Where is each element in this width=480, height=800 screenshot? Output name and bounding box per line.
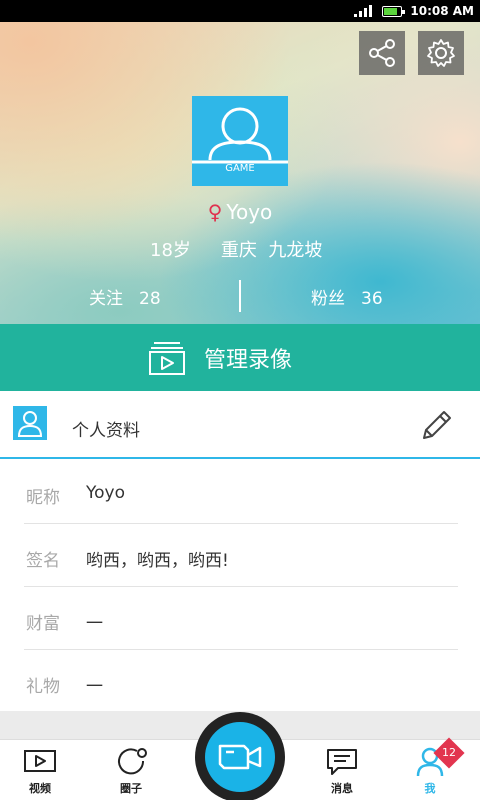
nav-me-label: 我 (424, 782, 436, 795)
settings-button[interactable] (418, 31, 464, 75)
notification-badge: 12 (433, 737, 465, 769)
wealth-value: 一 (86, 614, 103, 634)
gear-icon (427, 39, 455, 67)
signature-value: 哟西，哟西，哟西! (86, 551, 229, 571)
user-location: 重庆 九龙坡 (220, 240, 323, 261)
record-button-core (205, 722, 275, 792)
fans-stat[interactable]: 粉丝 36 (311, 284, 383, 309)
fans-count: 36 (361, 289, 383, 309)
pencil-icon (423, 411, 451, 439)
manage-recordings-label: 管理录像 (203, 347, 292, 373)
signature-label: 签名 (26, 551, 60, 571)
avatar[interactable]: GAME (192, 96, 288, 186)
profile-section-icon (13, 406, 47, 440)
follow-stats: 关注 28 粉丝 36 (0, 280, 480, 312)
section-title: 个人资料 (72, 421, 140, 441)
video-library-icon (148, 341, 185, 375)
share-icon (369, 39, 395, 67)
status-time: 10:08 AM (410, 4, 474, 18)
video-camera-icon (218, 744, 262, 770)
message-icon (327, 749, 357, 775)
circle-icon (118, 748, 147, 775)
profile-header: GAME ♀ Yoyo 18岁 重庆 九龙坡 关注 28 粉丝 36 (0, 22, 480, 324)
nickname-row: 昵称 Yoyo (24, 461, 458, 524)
user-age: 18岁 (150, 240, 191, 261)
following-label: 关注 (89, 289, 123, 309)
nickname-label: 昵称 (26, 488, 60, 508)
fans-label: 粉丝 (311, 289, 345, 309)
user-icon (17, 411, 43, 437)
nav-circle[interactable]: 圈子 (91, 740, 171, 800)
nav-messages[interactable]: 消息 (302, 740, 382, 800)
edit-profile-button[interactable] (420, 408, 454, 442)
nav-messages-label: 消息 (331, 782, 353, 795)
nickname-value: Yoyo (86, 483, 125, 503)
user-info: 18岁 重庆 九龙坡 (150, 236, 322, 262)
following-stat[interactable]: 关注 28 (89, 284, 161, 309)
signature-row: 签名 哟西，哟西，哟西! (24, 524, 458, 587)
nav-video-label: 视频 (29, 782, 51, 795)
nav-video[interactable]: 视频 (0, 740, 80, 800)
gifts-label: 礼物 (26, 677, 60, 697)
stat-divider (239, 280, 241, 312)
signal-icon (354, 5, 373, 17)
avatar-game-label: GAME (225, 163, 255, 174)
nav-me[interactable]: 12 我 (390, 737, 470, 800)
gifts-value: 一 (86, 677, 103, 697)
record-button[interactable] (179, 700, 301, 800)
personal-info-header: 个人资料 (0, 392, 480, 459)
female-icon: ♀ (207, 200, 223, 224)
wealth-label: 财富 (26, 614, 60, 634)
following-count: 28 (139, 289, 161, 309)
share-button[interactable] (359, 31, 405, 75)
manage-recordings-button[interactable]: 管理录像 (0, 324, 480, 391)
username: Yoyo (226, 200, 273, 224)
nav-circle-label: 圈子 (120, 782, 142, 795)
username-row: ♀ Yoyo (0, 200, 480, 224)
battery-icon (382, 5, 406, 17)
status-bar: 10:08 AM (0, 0, 480, 22)
wealth-row: 财富 一 (24, 587, 458, 650)
play-icon (24, 750, 56, 772)
